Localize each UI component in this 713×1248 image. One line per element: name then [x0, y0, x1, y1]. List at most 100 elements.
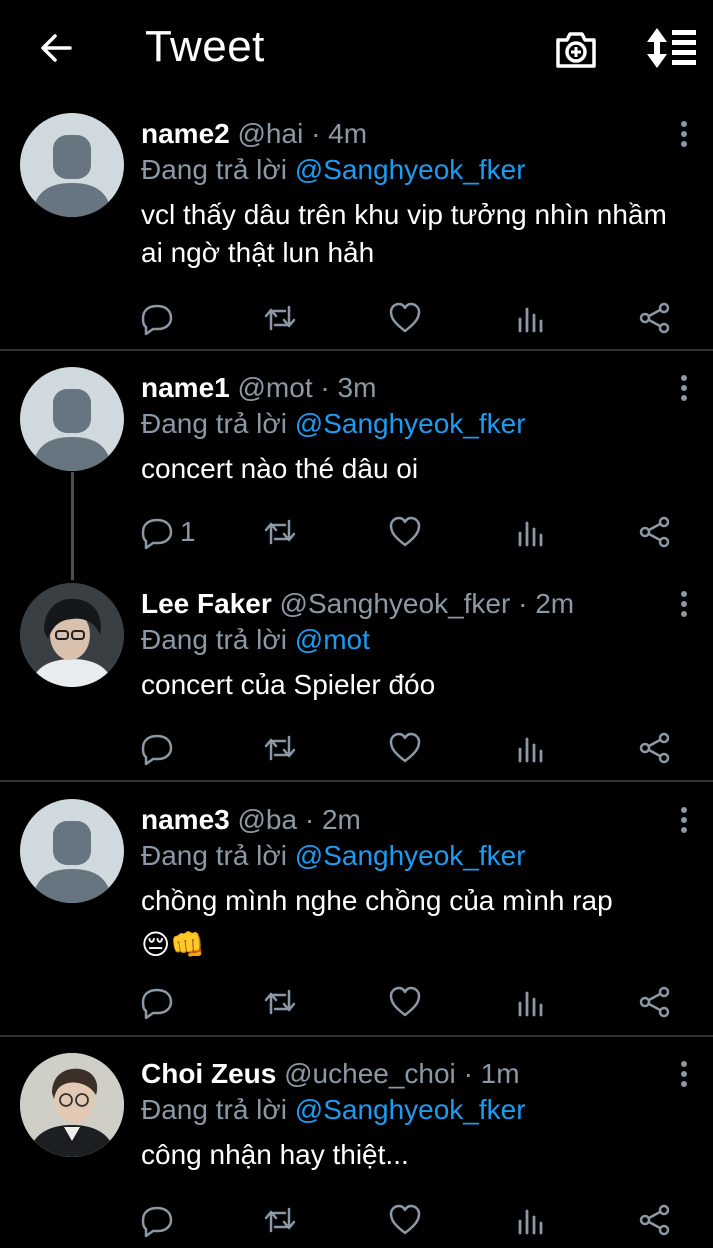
like-icon — [389, 516, 421, 547]
views-icon — [518, 307, 543, 333]
like-icon — [389, 302, 421, 333]
retweet-button[interactable] — [263, 300, 297, 336]
default-avatar[interactable] — [20, 113, 124, 217]
tweet-reply[interactable]: name1 @mot · 3m Đang trả lời @Sanghyeok_… — [0, 364, 713, 570]
page-title: Tweet — [145, 22, 265, 71]
reply-prefix: Đang trả lời — [141, 840, 287, 871]
reply-icon — [141, 304, 173, 335]
views-button[interactable] — [514, 984, 548, 1020]
reply-button[interactable] — [140, 984, 180, 1020]
reply-prefix: Đang trả lời — [141, 154, 287, 185]
user-avatar[interactable] — [20, 583, 124, 687]
tweet-reply[interactable]: Lee Faker @Sanghyeok_fker · 2m Đang trả … — [0, 580, 713, 780]
more-vertical-icon[interactable] — [677, 1060, 691, 1088]
tweet-text: concert của Spieler đóo — [141, 669, 436, 700]
camera-plus-icon[interactable] — [553, 26, 599, 72]
views-button[interactable] — [514, 730, 548, 766]
more-vertical-icon[interactable] — [677, 806, 691, 834]
display-name[interactable]: name1 — [141, 372, 230, 403]
share-button[interactable] — [638, 984, 672, 1020]
reply-button[interactable] — [140, 730, 180, 766]
views-button[interactable] — [514, 1202, 548, 1238]
reply-icon — [141, 518, 173, 549]
handle[interactable]: @ba — [238, 804, 298, 835]
share-icon — [639, 516, 670, 548]
reply-to-mention[interactable]: @Sanghyeok_fker — [295, 154, 526, 185]
timestamp: · 1m — [463, 1058, 520, 1089]
more-vertical-icon[interactable] — [677, 374, 691, 402]
like-button[interactable] — [388, 300, 422, 336]
views-button[interactable] — [514, 300, 548, 336]
share-icon — [639, 732, 670, 764]
retweet-button[interactable] — [263, 730, 297, 766]
handle[interactable]: @uchee_choi — [284, 1058, 456, 1089]
back-arrow-icon[interactable] — [36, 28, 76, 68]
default-avatar-icon — [32, 389, 112, 471]
like-button[interactable] — [388, 1202, 422, 1238]
reply-to-mention[interactable]: @Sanghyeok_fker — [295, 1094, 526, 1125]
timestamp: · 4m — [311, 118, 368, 149]
like-icon — [389, 986, 421, 1017]
views-icon — [518, 1209, 543, 1235]
display-name[interactable]: Lee Faker — [141, 588, 272, 619]
divider — [0, 1035, 713, 1037]
default-avatar[interactable] — [20, 799, 124, 903]
reply-icon — [141, 988, 173, 1019]
reply-to-mention[interactable]: @Sanghyeok_fker — [295, 408, 526, 439]
timestamp: · 2m — [518, 588, 575, 619]
reply-prefix: Đang trả lời — [141, 408, 287, 439]
default-avatar[interactable] — [20, 367, 124, 471]
tweet-reply[interactable]: name2 @hai · 4m Đang trả lời @Sanghyeok_… — [0, 110, 713, 350]
timestamp: · 2m — [304, 804, 361, 835]
like-icon — [389, 1204, 421, 1235]
tweet-text: vcl thấy dâu trên khu vip tưởng nhìn nhầ… — [141, 199, 667, 268]
like-button[interactable] — [388, 984, 422, 1020]
reply-to-mention[interactable]: @Sanghyeok_fker — [295, 840, 526, 871]
user-avatar[interactable] — [20, 1053, 124, 1157]
share-button[interactable] — [638, 514, 672, 550]
reply-prefix: Đang trả lời — [141, 624, 287, 655]
tweet-text: chồng mình nghe chồng của mình rap 😔👊 — [141, 882, 693, 964]
profile-photo — [20, 1053, 124, 1157]
handle[interactable]: @hai — [238, 118, 304, 149]
retweet-button[interactable] — [263, 1202, 297, 1238]
reply-icon — [141, 1206, 173, 1237]
tweet-reply[interactable]: Choi Zeus @uchee_choi · 1m Đang trả lời … — [0, 1050, 713, 1248]
share-icon — [639, 1204, 670, 1236]
reply-button[interactable]: 1 — [140, 514, 196, 550]
sort-icon[interactable] — [645, 26, 697, 70]
default-avatar-icon — [32, 821, 112, 903]
share-button[interactable] — [638, 300, 672, 336]
retweet-icon — [264, 735, 296, 761]
retweet-button[interactable] — [263, 984, 297, 1020]
views-icon — [518, 737, 543, 763]
divider — [0, 780, 713, 782]
retweet-button[interactable] — [263, 514, 297, 550]
reply-to-mention[interactable]: @mot — [295, 624, 370, 655]
views-button[interactable] — [514, 514, 548, 550]
tweet-text: concert nào thé dâu oi — [141, 453, 419, 484]
share-icon — [639, 302, 670, 334]
more-vertical-icon[interactable] — [677, 590, 691, 618]
display-name[interactable]: name3 — [141, 804, 230, 835]
share-button[interactable] — [638, 730, 672, 766]
reply-button[interactable] — [140, 1202, 180, 1238]
tweet-text-body: chồng mình nghe chồng của mình rap — [141, 885, 613, 916]
share-button[interactable] — [638, 1202, 672, 1238]
retweet-icon — [264, 989, 296, 1015]
views-icon — [518, 521, 543, 547]
reply-icon — [141, 734, 173, 765]
reply-button[interactable] — [140, 300, 180, 336]
display-name[interactable]: name2 — [141, 118, 230, 149]
handle[interactable]: @Sanghyeok_fker — [280, 588, 511, 619]
tweet-reply[interactable]: name3 @ba · 2m Đang trả lời @Sanghyeok_f… — [0, 796, 713, 1036]
more-vertical-icon[interactable] — [677, 120, 691, 148]
retweet-icon — [264, 519, 296, 545]
divider — [0, 349, 713, 351]
display-name[interactable]: Choi Zeus — [141, 1058, 276, 1089]
like-button[interactable] — [388, 514, 422, 550]
timestamp: · 3m — [320, 372, 377, 403]
retweet-icon — [264, 305, 296, 331]
like-button[interactable] — [388, 730, 422, 766]
handle[interactable]: @mot — [238, 372, 313, 403]
